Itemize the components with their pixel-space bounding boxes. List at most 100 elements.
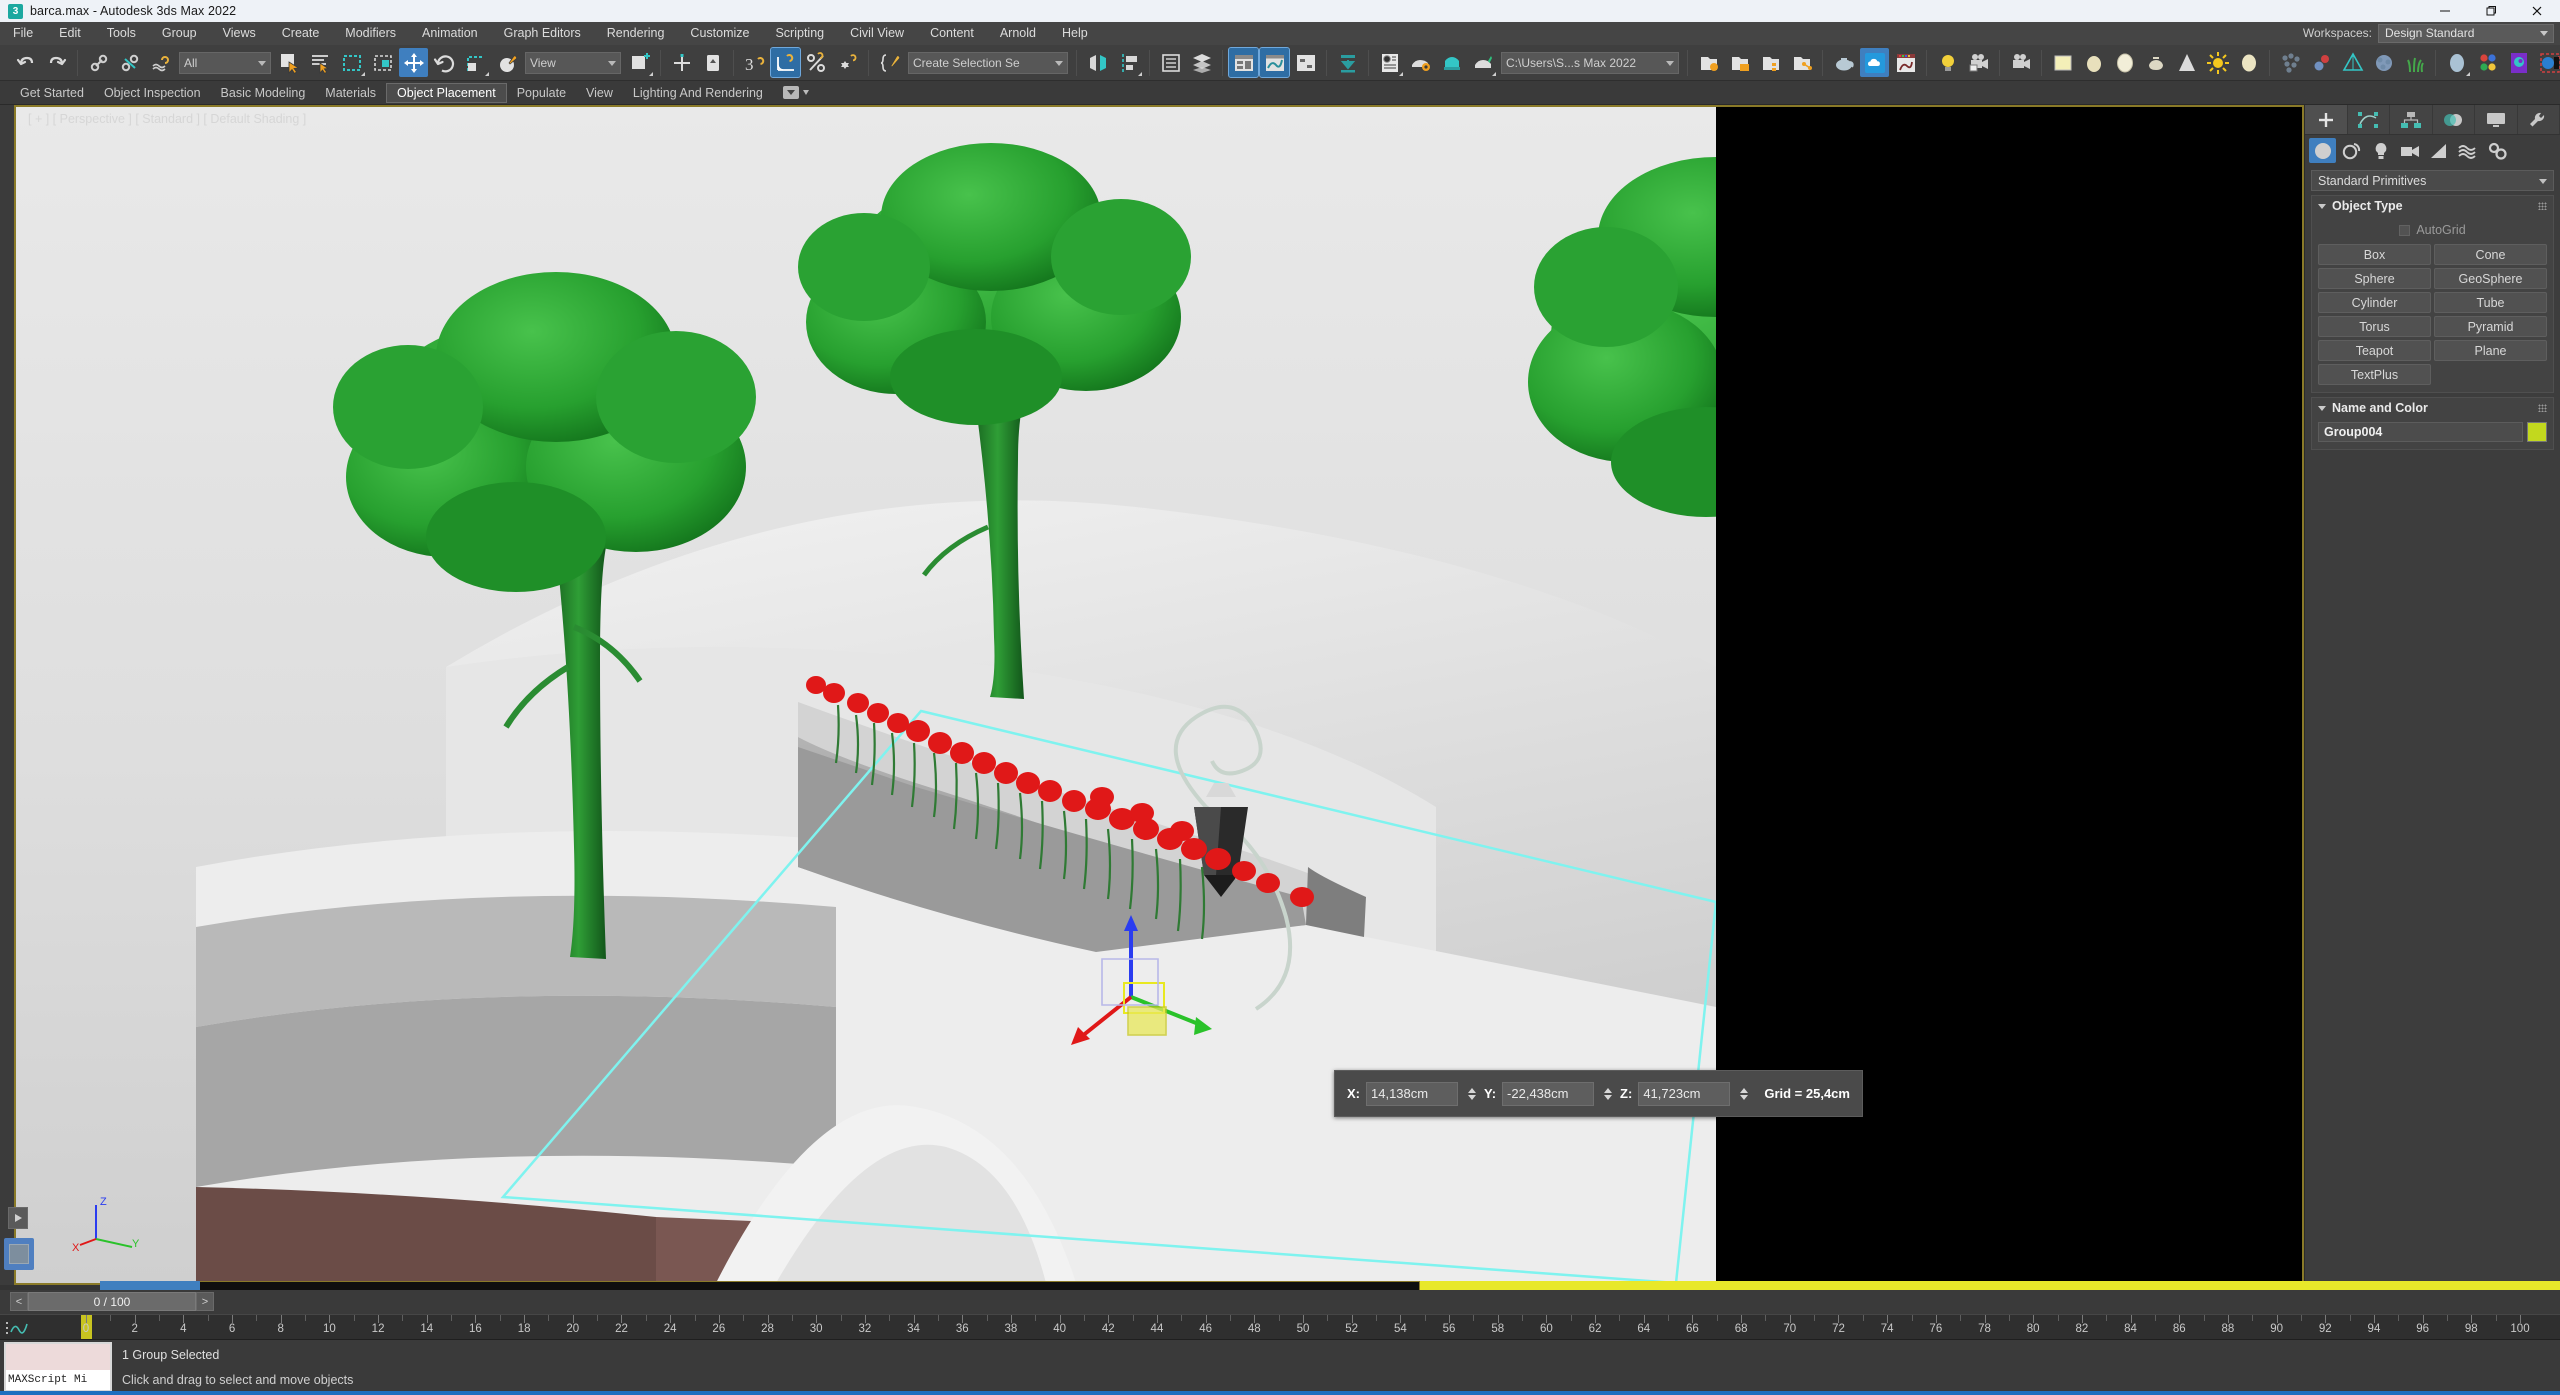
maxscript-output-pane[interactable]: [6, 1344, 110, 1370]
ribbon-tab-get-started[interactable]: Get Started: [10, 83, 94, 103]
helper-icon[interactable]: [2338, 48, 2367, 77]
open-file-icon[interactable]: [1694, 48, 1723, 77]
light-bulb-icon[interactable]: [1933, 48, 1962, 77]
primitive-button-cylinder[interactable]: Cylinder: [2318, 292, 2431, 313]
ribbon-tab-object-inspection[interactable]: Object Inspection: [94, 83, 211, 103]
mirror-icon[interactable]: [1083, 48, 1112, 77]
menu-content[interactable]: Content: [917, 22, 987, 45]
layers-icon[interactable]: [1156, 48, 1185, 77]
object-paint-icon[interactable]: [2442, 48, 2471, 77]
space-warp-2-icon[interactable]: [2307, 48, 2336, 77]
menu-civil-view[interactable]: Civil View: [837, 22, 917, 45]
command-tab-display[interactable]: [2475, 105, 2518, 134]
menu-scripting[interactable]: Scripting: [762, 22, 837, 45]
primitive-button-torus[interactable]: Torus: [2318, 316, 2431, 337]
place-icon[interactable]: [492, 48, 521, 77]
primitive-button-textplus[interactable]: TextPlus: [2318, 364, 2431, 385]
space-warp-icon[interactable]: [146, 48, 175, 77]
maximize-button[interactable]: [2468, 0, 2514, 22]
menu-group[interactable]: Group: [149, 22, 210, 45]
maxscript-mini-listener[interactable]: MAXScript Mi: [4, 1342, 112, 1392]
menu-rendering[interactable]: Rendering: [594, 22, 678, 45]
redo-icon[interactable]: [42, 48, 71, 77]
sun-light-icon[interactable]: [2203, 48, 2232, 77]
category-helpers-icon[interactable]: [2425, 138, 2452, 163]
object-color-swatch[interactable]: [2527, 422, 2547, 442]
object-type-header[interactable]: Object Type: [2312, 196, 2553, 216]
overlay-z-spinner[interactable]: [1738, 1083, 1750, 1105]
name-and-color-header[interactable]: Name and Color: [2312, 398, 2553, 418]
menu-views[interactable]: Views: [210, 22, 269, 45]
particles-icon[interactable]: [2276, 48, 2305, 77]
drag-handle-icon[interactable]: [2538, 404, 2547, 412]
command-tab-modify[interactable]: [2348, 105, 2390, 134]
ribbon-tab-lighting-and-rendering[interactable]: Lighting And Rendering: [623, 83, 773, 103]
primitive-button-pyramid[interactable]: Pyramid: [2434, 316, 2547, 337]
menu-arnold[interactable]: Arnold: [987, 22, 1049, 45]
compound-object-icon[interactable]: [2369, 48, 2398, 77]
category-lights-icon[interactable]: [2367, 138, 2394, 163]
primitive-category-dropdown[interactable]: Standard Primitives: [2311, 170, 2554, 191]
move-icon[interactable]: [399, 48, 428, 77]
scene-explorer-icon[interactable]: [1187, 48, 1216, 77]
expand-panel-button[interactable]: [8, 1207, 28, 1229]
save-file-icon[interactable]: [1725, 48, 1754, 77]
object-name-input[interactable]: Group004: [2318, 422, 2523, 442]
ribbon-tab-view[interactable]: View: [576, 83, 623, 103]
angle-snap-icon[interactable]: [770, 47, 801, 78]
unlink-icon[interactable]: [115, 48, 144, 77]
workspaces-dropdown[interactable]: Design Standard: [2378, 23, 2554, 43]
overlay-x-spinner[interactable]: [1466, 1083, 1478, 1105]
schematic-icon[interactable]: [1291, 48, 1320, 77]
cone-primitive-icon[interactable]: [2172, 48, 2201, 77]
maxscript-input-pane[interactable]: MAXScript Mi: [6, 1370, 110, 1390]
menu-help[interactable]: Help: [1049, 22, 1101, 45]
primitive-button-plane[interactable]: Plane: [2434, 340, 2547, 361]
category-geometry-icon[interactable]: [2309, 138, 2336, 163]
menu-tools[interactable]: Tools: [94, 22, 149, 45]
material-palette-icon[interactable]: [2504, 48, 2533, 77]
pivot-center-icon[interactable]: [625, 48, 654, 77]
ribbon-tab-materials[interactable]: Materials: [315, 83, 386, 103]
close-button[interactable]: [2514, 0, 2560, 22]
autogrid-row[interactable]: AutoGrid: [2318, 220, 2547, 240]
primitive-button-sphere[interactable]: Sphere: [2318, 268, 2431, 289]
undo-icon[interactable]: [11, 48, 40, 77]
link-icon[interactable]: [84, 48, 113, 77]
snaps-3-icon[interactable]: 3: [740, 48, 769, 77]
import-file-icon[interactable]: [1787, 48, 1816, 77]
color-spheres-icon[interactable]: [2473, 48, 2502, 77]
command-tab-create[interactable]: [2305, 105, 2348, 134]
render-setup-icon[interactable]: [1406, 48, 1435, 77]
align-icon[interactable]: [1114, 48, 1143, 77]
viewport-label[interactable]: [ + ] [ Perspective ] [ Standard ] [ Def…: [28, 112, 306, 126]
category-systems-icon[interactable]: [2483, 138, 2510, 163]
project-folder-dropdown[interactable]: C:\Users\S...s Max 2022: [1501, 51, 1679, 74]
minimize-button[interactable]: [2422, 0, 2468, 22]
current-frame-display[interactable]: 0 / 100: [28, 1292, 196, 1311]
camera-icon[interactable]: [2006, 48, 2035, 77]
primitive-button-cone[interactable]: Cone: [2434, 244, 2547, 265]
scale-icon[interactable]: [461, 48, 490, 77]
timeline-ruler[interactable]: 0 2 4 6 8 10 12 14 16 18 20 22 24 26 28 30 32 34 36 38 40 42 4…: [0, 1314, 2560, 1340]
window-crossing-icon[interactable]: [368, 48, 397, 77]
spinner-snap-icon[interactable]: [833, 48, 862, 77]
ribbon-tab-object-placement[interactable]: Object Placement: [386, 82, 507, 103]
teapot-primitive-icon[interactable]: [2141, 48, 2170, 77]
percent-snap-icon[interactable]: [802, 48, 831, 77]
sphere-2-icon[interactable]: [2234, 48, 2263, 77]
ribbon-menu-icon[interactable]: [773, 83, 819, 103]
menu-file[interactable]: File: [0, 22, 46, 45]
ribbon-tab-populate[interactable]: Populate: [507, 83, 576, 103]
primitive-button-box[interactable]: Box: [2318, 244, 2431, 265]
merge-file-icon[interactable]: [1756, 48, 1785, 77]
curve-editor-icon[interactable]: [1259, 47, 1290, 78]
previous-frame-button[interactable]: <: [10, 1292, 28, 1311]
folder-down-icon[interactable]: [1333, 48, 1362, 77]
grass-icon[interactable]: [2400, 48, 2429, 77]
reference-coordinate-dropdown[interactable]: View: [525, 51, 621, 74]
select-by-name-icon[interactable]: [306, 48, 335, 77]
menu-graph-editors[interactable]: Graph Editors: [491, 22, 594, 45]
named-sets-icon[interactable]: [875, 48, 904, 77]
overlay-x-input[interactable]: 14,138cm: [1366, 1081, 1458, 1106]
